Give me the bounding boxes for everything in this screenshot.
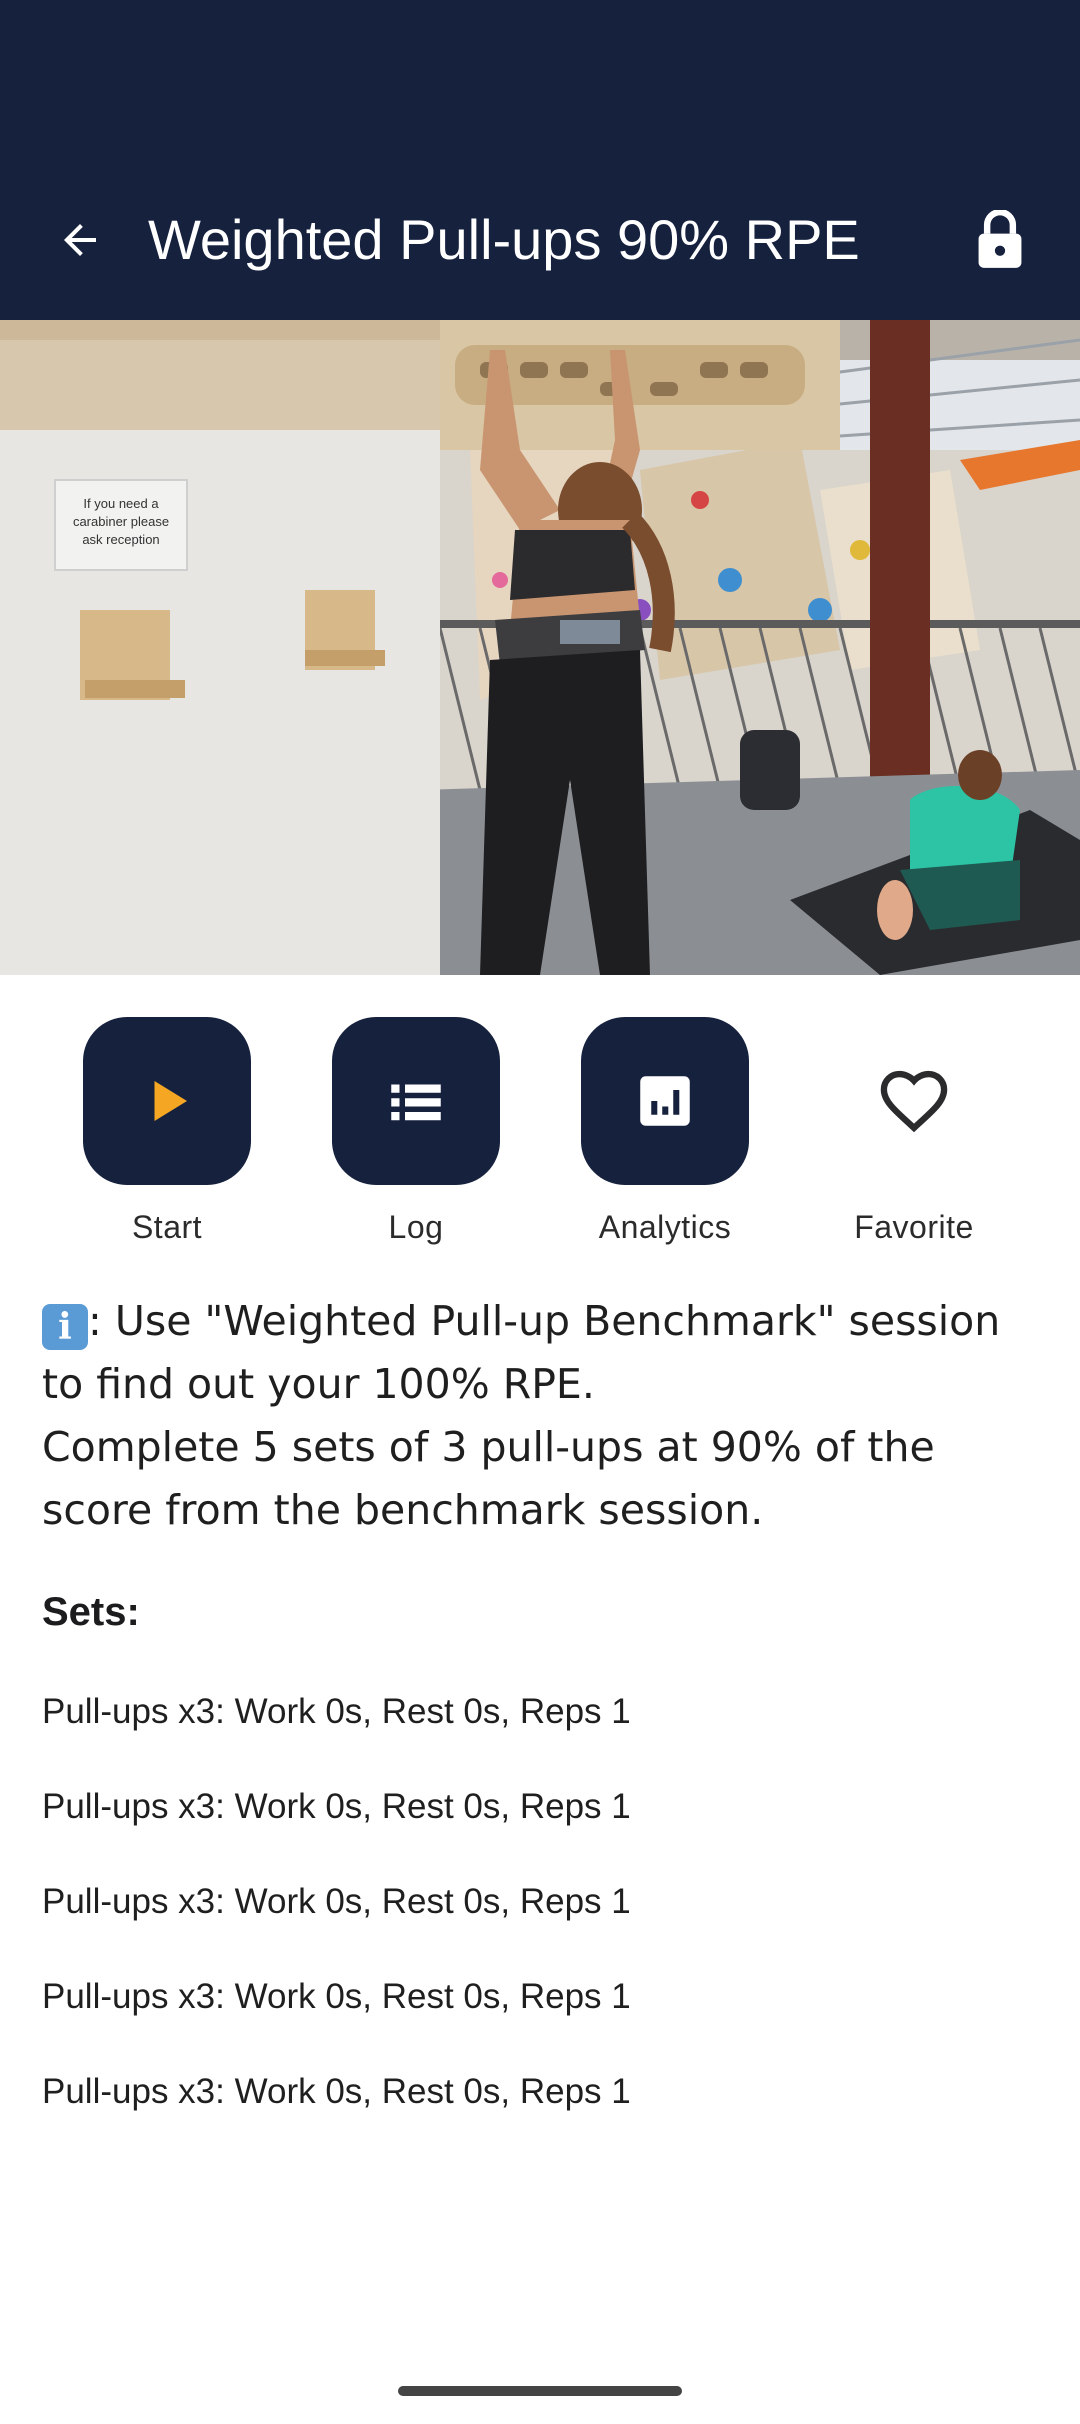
hero-photo: If you need a carabiner please ask recep… xyxy=(0,320,1080,975)
analytics-label: Analytics xyxy=(598,1209,732,1245)
set-item: Pull-ups x3: Work 0s, Rest 0s, Reps 1 xyxy=(42,1882,631,1921)
sets-title: Sets: xyxy=(42,1590,140,1634)
arrow-back-icon xyxy=(64,224,96,256)
favorite-label: Favorite xyxy=(854,1209,974,1245)
start-label: Start xyxy=(131,1209,203,1245)
sign-line-2: carabiner please xyxy=(73,514,169,529)
log-action[interactable]: Log xyxy=(316,1017,516,1246)
start-action[interactable]: Start xyxy=(67,1017,267,1246)
analytics-action[interactable]: Analytics xyxy=(565,1017,765,1246)
page-title: Weighted Pull-ups 90% RPE xyxy=(148,208,860,271)
sign-line-1: If you need a xyxy=(83,496,159,511)
set-item: Pull-ups x3: Work 0s, Rest 0s, Reps 1 xyxy=(42,1692,631,1731)
home-indicator[interactable] xyxy=(398,2386,682,2396)
description-line-1: : Use "Weighted Pull-up Benchmark" sessi… xyxy=(42,1297,1001,1408)
set-item: Pull-ups x3: Work 0s, Rest 0s, Reps 1 xyxy=(42,1787,631,1826)
set-item: Pull-ups x3: Work 0s, Rest 0s, Reps 1 xyxy=(42,2072,631,2111)
start-button[interactable] xyxy=(83,1017,251,1185)
log-button[interactable] xyxy=(332,1017,500,1185)
favorite-action[interactable]: Favorite xyxy=(814,1017,1014,1246)
info-icon: i xyxy=(42,1304,88,1350)
log-label: Log xyxy=(388,1209,444,1245)
status-bar xyxy=(0,0,1080,160)
climbing-gym-photo: If you need a carabiner please ask recep… xyxy=(0,320,1080,975)
back-button[interactable] xyxy=(40,200,120,280)
app-bar: Weighted Pull-ups 90% RPE xyxy=(0,160,1080,320)
bar-chart-icon xyxy=(640,1076,690,1126)
session-description: i: Use "Weighted Pull-up Benchmark" sess… xyxy=(42,1290,1042,1542)
sets-list: Pull-ups x3: Work 0s, Rest 0s, Reps 1 Pu… xyxy=(42,1690,1042,2165)
sign-line-3: ask reception xyxy=(82,532,159,547)
analytics-button[interactable] xyxy=(581,1017,749,1185)
action-row: Start Log Analytics Favorite xyxy=(0,1017,1080,1257)
favorite-button[interactable] xyxy=(830,1017,998,1185)
list-icon xyxy=(391,1084,441,1121)
lock-button[interactable] xyxy=(960,200,1040,280)
heart-outline-icon xyxy=(880,1070,948,1133)
set-item: Pull-ups x3: Work 0s, Rest 0s, Reps 1 xyxy=(42,1977,631,2016)
lock-icon xyxy=(978,210,1022,268)
play-icon xyxy=(154,1081,187,1121)
description-line-2: Complete 5 sets of 3 pull-ups at 90% of … xyxy=(42,1423,935,1534)
